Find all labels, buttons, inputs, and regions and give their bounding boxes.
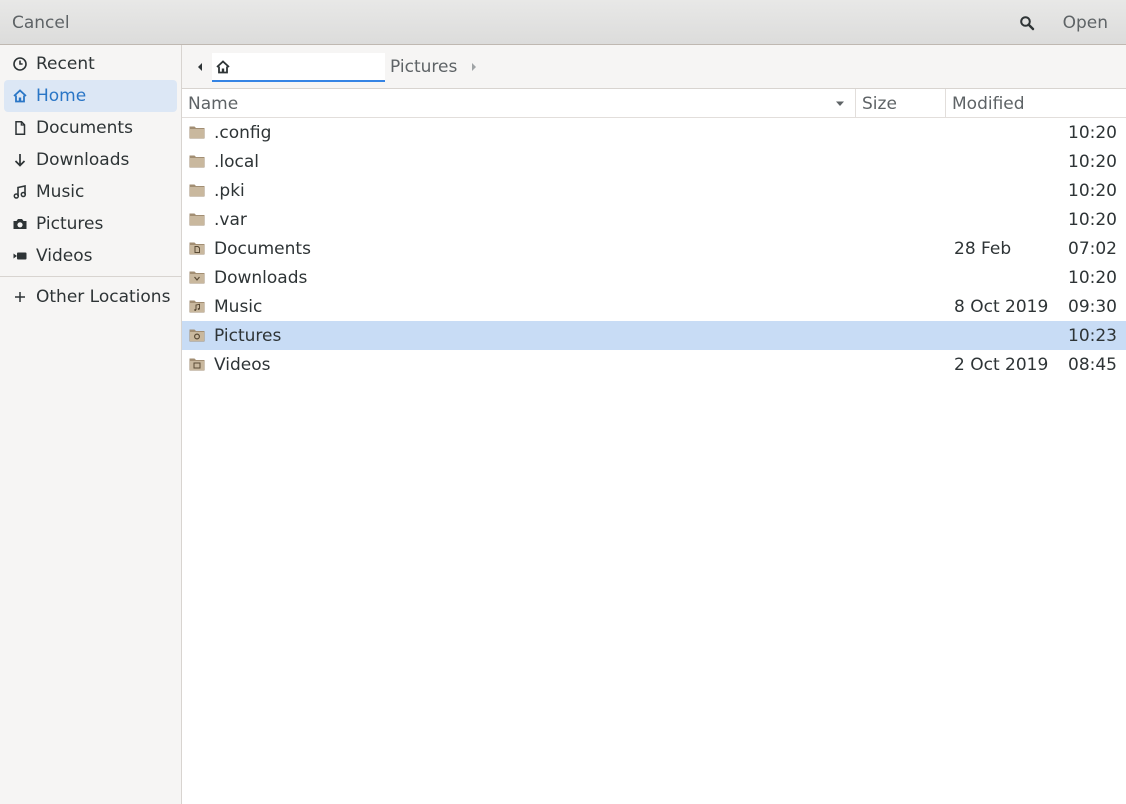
sidebar-item-label: Home [36,86,87,106]
path-home-button[interactable] [212,53,385,82]
sidebar-item-label: Recent [36,54,95,74]
file-row[interactable]: Music 8 Oct 2019 09:30 [182,292,1126,321]
file-name: .var [214,209,247,230]
file-name: Videos [214,354,271,375]
path-pictures-button[interactable]: Pictures [390,45,457,89]
file-modified-date: 2 Oct 2019 [954,354,1049,375]
folder-icon [189,213,205,226]
home-icon [4,88,36,104]
path-scroll-forward-button[interactable] [466,45,482,89]
file-name: Pictures [214,325,282,346]
sort-descending-icon [834,89,846,118]
file-name: Downloads [214,267,308,288]
sidebar-item-label: Downloads [36,150,130,170]
sidebar-item-pictures[interactable]: Pictures [4,208,177,240]
sidebar-item-videos[interactable]: Videos [4,240,177,272]
file-name: .local [214,151,260,172]
sidebar-item-label: Pictures [36,214,104,234]
folder-icon [189,184,205,197]
file-modified-time: 10:20 [1068,267,1117,288]
file-modified-time: 10:20 [1068,151,1117,172]
path-scroll-back-button[interactable] [192,45,208,89]
column-header-modified[interactable]: Modified [952,89,1025,118]
search-button[interactable] [1014,0,1040,45]
file-name: .pki [214,180,245,201]
clock-icon [4,56,36,72]
file-modified-date: 28 Feb [954,238,1012,259]
column-headers: Name Size Modified [182,89,1126,118]
file-row[interactable]: .var 10:20 [182,205,1126,234]
sidebar-item-label: Other Locations [36,287,171,307]
column-header-size[interactable]: Size [862,89,897,118]
open-button[interactable]: Open [1063,0,1108,45]
file-modified-time: 10:20 [1068,209,1117,230]
document-icon [4,120,36,136]
file-modified-time: 10:20 [1068,180,1117,201]
sidebar-divider [0,276,181,277]
sidebar-item-recent[interactable]: Recent [4,48,177,80]
file-name: Documents [214,238,311,259]
arrow-right-icon [472,63,476,71]
folder-music-icon [189,300,205,313]
search-icon [1020,15,1035,30]
sidebar-item-downloads[interactable]: Downloads [4,144,177,176]
file-modified-time: 09:30 [1068,296,1117,317]
folder-videos-icon [189,358,205,371]
music-note-icon [4,184,36,200]
places-sidebar: Recent Home Documents Downloads Music Pi… [0,45,182,804]
arrow-left-icon [198,63,202,71]
sidebar-item-other-locations[interactable]: Other Locations [4,281,177,313]
plus-icon [4,289,36,305]
folder-downloads-icon [189,271,205,284]
sidebar-item-music[interactable]: Music [4,176,177,208]
file-name: Music [214,296,263,317]
file-modified-date: 8 Oct 2019 [954,296,1049,317]
file-row[interactable]: .config 10:20 [182,118,1126,147]
file-row[interactable]: .pki 10:20 [182,176,1126,205]
file-modified-time: 10:23 [1068,325,1117,346]
folder-pictures-icon [189,329,205,342]
column-divider [855,89,856,118]
file-row-selected[interactable]: Pictures 10:23 [182,321,1126,350]
sidebar-item-home[interactable]: Home [4,80,177,112]
sidebar-item-label: Music [36,182,85,202]
folder-icon [189,126,205,139]
video-camera-icon [4,248,36,264]
home-icon [216,59,230,73]
cancel-button[interactable]: Cancel [12,0,70,45]
header-bar: Cancel Open [0,0,1126,45]
file-row[interactable]: Downloads 10:20 [182,263,1126,292]
column-header-name[interactable]: Name [188,89,238,118]
file-name: .config [214,122,272,143]
file-row[interactable]: .local 10:20 [182,147,1126,176]
path-bar: Pictures [182,45,1126,89]
folder-documents-icon [189,242,205,255]
sidebar-item-label: Videos [36,246,93,266]
download-arrow-icon [4,152,36,168]
camera-icon [4,216,36,232]
file-modified-time: 07:02 [1068,238,1117,259]
column-divider [945,89,946,118]
sidebar-item-documents[interactable]: Documents [4,112,177,144]
file-modified-time: 10:20 [1068,122,1117,143]
file-list: .config 10:20 .local 10:20 .pki 10:20 .v… [182,118,1126,804]
file-row[interactable]: Videos 2 Oct 2019 08:45 [182,350,1126,379]
file-row[interactable]: Documents 28 Feb 07:02 [182,234,1126,263]
sidebar-item-label: Documents [36,118,133,138]
folder-icon [189,155,205,168]
file-modified-time: 08:45 [1068,354,1117,375]
